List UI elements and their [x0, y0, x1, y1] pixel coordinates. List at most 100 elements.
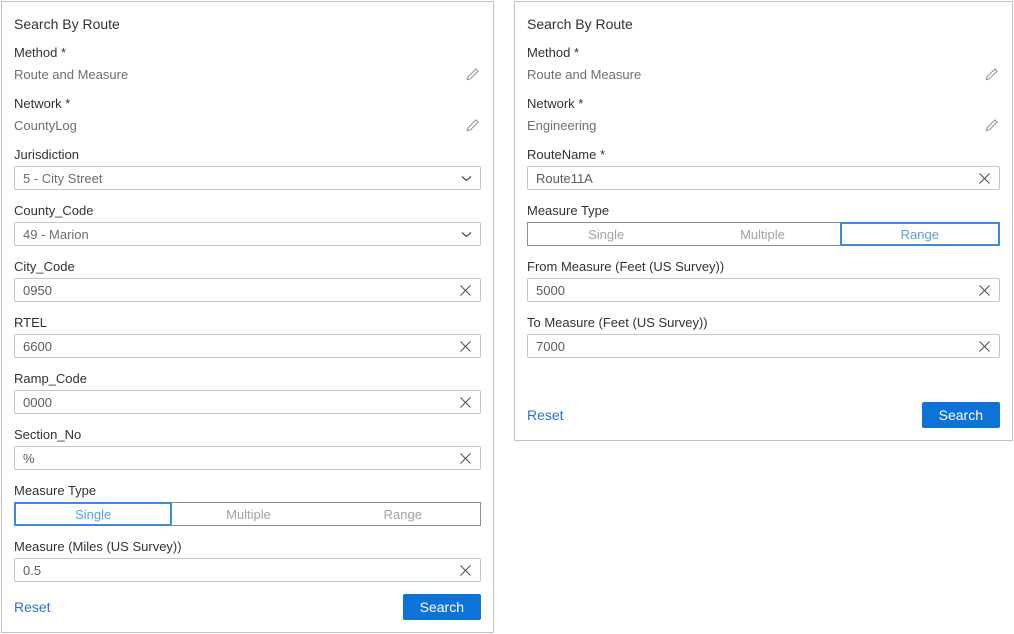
- field-county-code: County_Code 49 - Marion: [14, 203, 481, 246]
- reset-link[interactable]: Reset: [14, 599, 51, 615]
- route-name-input-wrap: [527, 166, 1000, 190]
- field-label: From Measure (Feet (US Survey)): [527, 259, 1000, 274]
- chevron-down-icon: [461, 231, 472, 238]
- segment-single[interactable]: Single: [528, 223, 684, 245]
- field-rtel: RTEL: [14, 315, 481, 358]
- ramp-code-input[interactable]: [23, 395, 459, 410]
- clear-route-name-button[interactable]: [978, 172, 991, 185]
- panel-title: Search By Route: [14, 16, 481, 32]
- jurisdiction-select[interactable]: 5 - City Street: [14, 166, 481, 190]
- search-by-route-panel-left: Search By Route Method * Route and Measu…: [1, 1, 494, 633]
- to-measure-input[interactable]: [536, 339, 978, 354]
- field-label: Measure (Miles (US Survey)): [14, 539, 481, 554]
- field-label: Method *: [527, 45, 1000, 60]
- field-ramp-code: Ramp_Code: [14, 371, 481, 414]
- x-clear-icon: [459, 284, 472, 297]
- jurisdiction-selected-value: 5 - City Street: [23, 171, 461, 186]
- field-label: RTEL: [14, 315, 481, 330]
- field-jurisdiction: Jurisdiction 5 - City Street: [14, 147, 481, 190]
- edit-method-button[interactable]: [984, 66, 1000, 82]
- field-measure: Measure (Miles (US Survey)): [14, 539, 481, 582]
- field-label: City_Code: [14, 259, 481, 274]
- county-code-select[interactable]: 49 - Marion: [14, 222, 481, 246]
- measure-type-segmented: Single Multiple Range: [527, 222, 1000, 246]
- field-section-no: Section_No: [14, 427, 481, 470]
- field-measure-type: Measure Type Single Multiple Range: [14, 483, 481, 526]
- chevron-down-icon: [461, 175, 472, 182]
- x-clear-icon: [459, 396, 472, 409]
- clear-ramp-code-button[interactable]: [459, 396, 472, 409]
- field-label: Measure Type: [14, 483, 481, 498]
- search-by-route-panel-right: Search By Route Method * Route and Measu…: [514, 1, 1013, 441]
- pencil-icon: [984, 117, 1000, 133]
- search-button[interactable]: Search: [403, 594, 481, 620]
- x-clear-icon: [978, 284, 991, 297]
- field-method: Method * Route and Measure: [527, 45, 1000, 83]
- pencil-icon: [984, 66, 1000, 82]
- segment-range[interactable]: Range: [840, 222, 1000, 246]
- ramp-code-input-wrap: [14, 390, 481, 414]
- clear-to-measure-button[interactable]: [978, 340, 991, 353]
- section-no-input[interactable]: [23, 451, 459, 466]
- field-label: Section_No: [14, 427, 481, 442]
- x-clear-icon: [978, 340, 991, 353]
- x-clear-icon: [459, 340, 472, 353]
- field-label: County_Code: [14, 203, 481, 218]
- clear-rtel-button[interactable]: [459, 340, 472, 353]
- field-label: Network *: [527, 96, 1000, 111]
- panel-title: Search By Route: [527, 16, 1000, 32]
- edit-network-button[interactable]: [465, 117, 481, 133]
- field-network: Network * CountyLog: [14, 96, 481, 134]
- county-code-selected-value: 49 - Marion: [23, 227, 461, 242]
- section-no-input-wrap: [14, 446, 481, 470]
- field-label: Ramp_Code: [14, 371, 481, 386]
- edit-network-button[interactable]: [984, 117, 1000, 133]
- route-name-input[interactable]: [536, 171, 978, 186]
- reset-link[interactable]: Reset: [527, 407, 564, 423]
- measure-input-wrap: [14, 558, 481, 582]
- panel-footer: Reset Search: [527, 402, 1000, 428]
- from-measure-input[interactable]: [536, 283, 978, 298]
- segment-range[interactable]: Range: [326, 503, 480, 525]
- to-measure-input-wrap: [527, 334, 1000, 358]
- field-to-measure: To Measure (Feet (US Survey)): [527, 315, 1000, 358]
- rtel-input[interactable]: [23, 339, 459, 354]
- field-measure-type: Measure Type Single Multiple Range: [527, 203, 1000, 246]
- field-label: Jurisdiction: [14, 147, 481, 162]
- rtel-input-wrap: [14, 334, 481, 358]
- clear-section-no-button[interactable]: [459, 452, 472, 465]
- city-code-input-wrap: [14, 278, 481, 302]
- measure-type-segmented: Single Multiple Range: [14, 502, 481, 526]
- search-button[interactable]: Search: [922, 402, 1000, 428]
- field-method: Method * Route and Measure: [14, 45, 481, 83]
- panel-footer: Reset Search: [14, 594, 481, 620]
- clear-city-code-button[interactable]: [459, 284, 472, 297]
- field-label: To Measure (Feet (US Survey)): [527, 315, 1000, 330]
- x-clear-icon: [978, 172, 991, 185]
- field-network: Network * Engineering: [527, 96, 1000, 134]
- from-measure-input-wrap: [527, 278, 1000, 302]
- field-route-name: RouteName *: [527, 147, 1000, 190]
- measure-input[interactable]: [23, 563, 459, 578]
- segment-multiple[interactable]: Multiple: [171, 503, 325, 525]
- x-clear-icon: [459, 452, 472, 465]
- field-from-measure: From Measure (Feet (US Survey)): [527, 259, 1000, 302]
- network-value: CountyLog: [14, 118, 77, 133]
- segment-multiple[interactable]: Multiple: [684, 223, 840, 245]
- pencil-icon: [465, 117, 481, 133]
- x-clear-icon: [459, 564, 472, 577]
- clear-measure-button[interactable]: [459, 564, 472, 577]
- city-code-input[interactable]: [23, 283, 459, 298]
- field-label: Measure Type: [527, 203, 1000, 218]
- field-label: RouteName *: [527, 147, 1000, 162]
- segment-single[interactable]: Single: [14, 502, 172, 526]
- method-value: Route and Measure: [527, 67, 641, 82]
- clear-from-measure-button[interactable]: [978, 284, 991, 297]
- network-value: Engineering: [527, 118, 596, 133]
- field-label: Network *: [14, 96, 481, 111]
- field-city-code: City_Code: [14, 259, 481, 302]
- field-label: Method *: [14, 45, 481, 60]
- edit-method-button[interactable]: [465, 66, 481, 82]
- method-value: Route and Measure: [14, 67, 128, 82]
- pencil-icon: [465, 66, 481, 82]
